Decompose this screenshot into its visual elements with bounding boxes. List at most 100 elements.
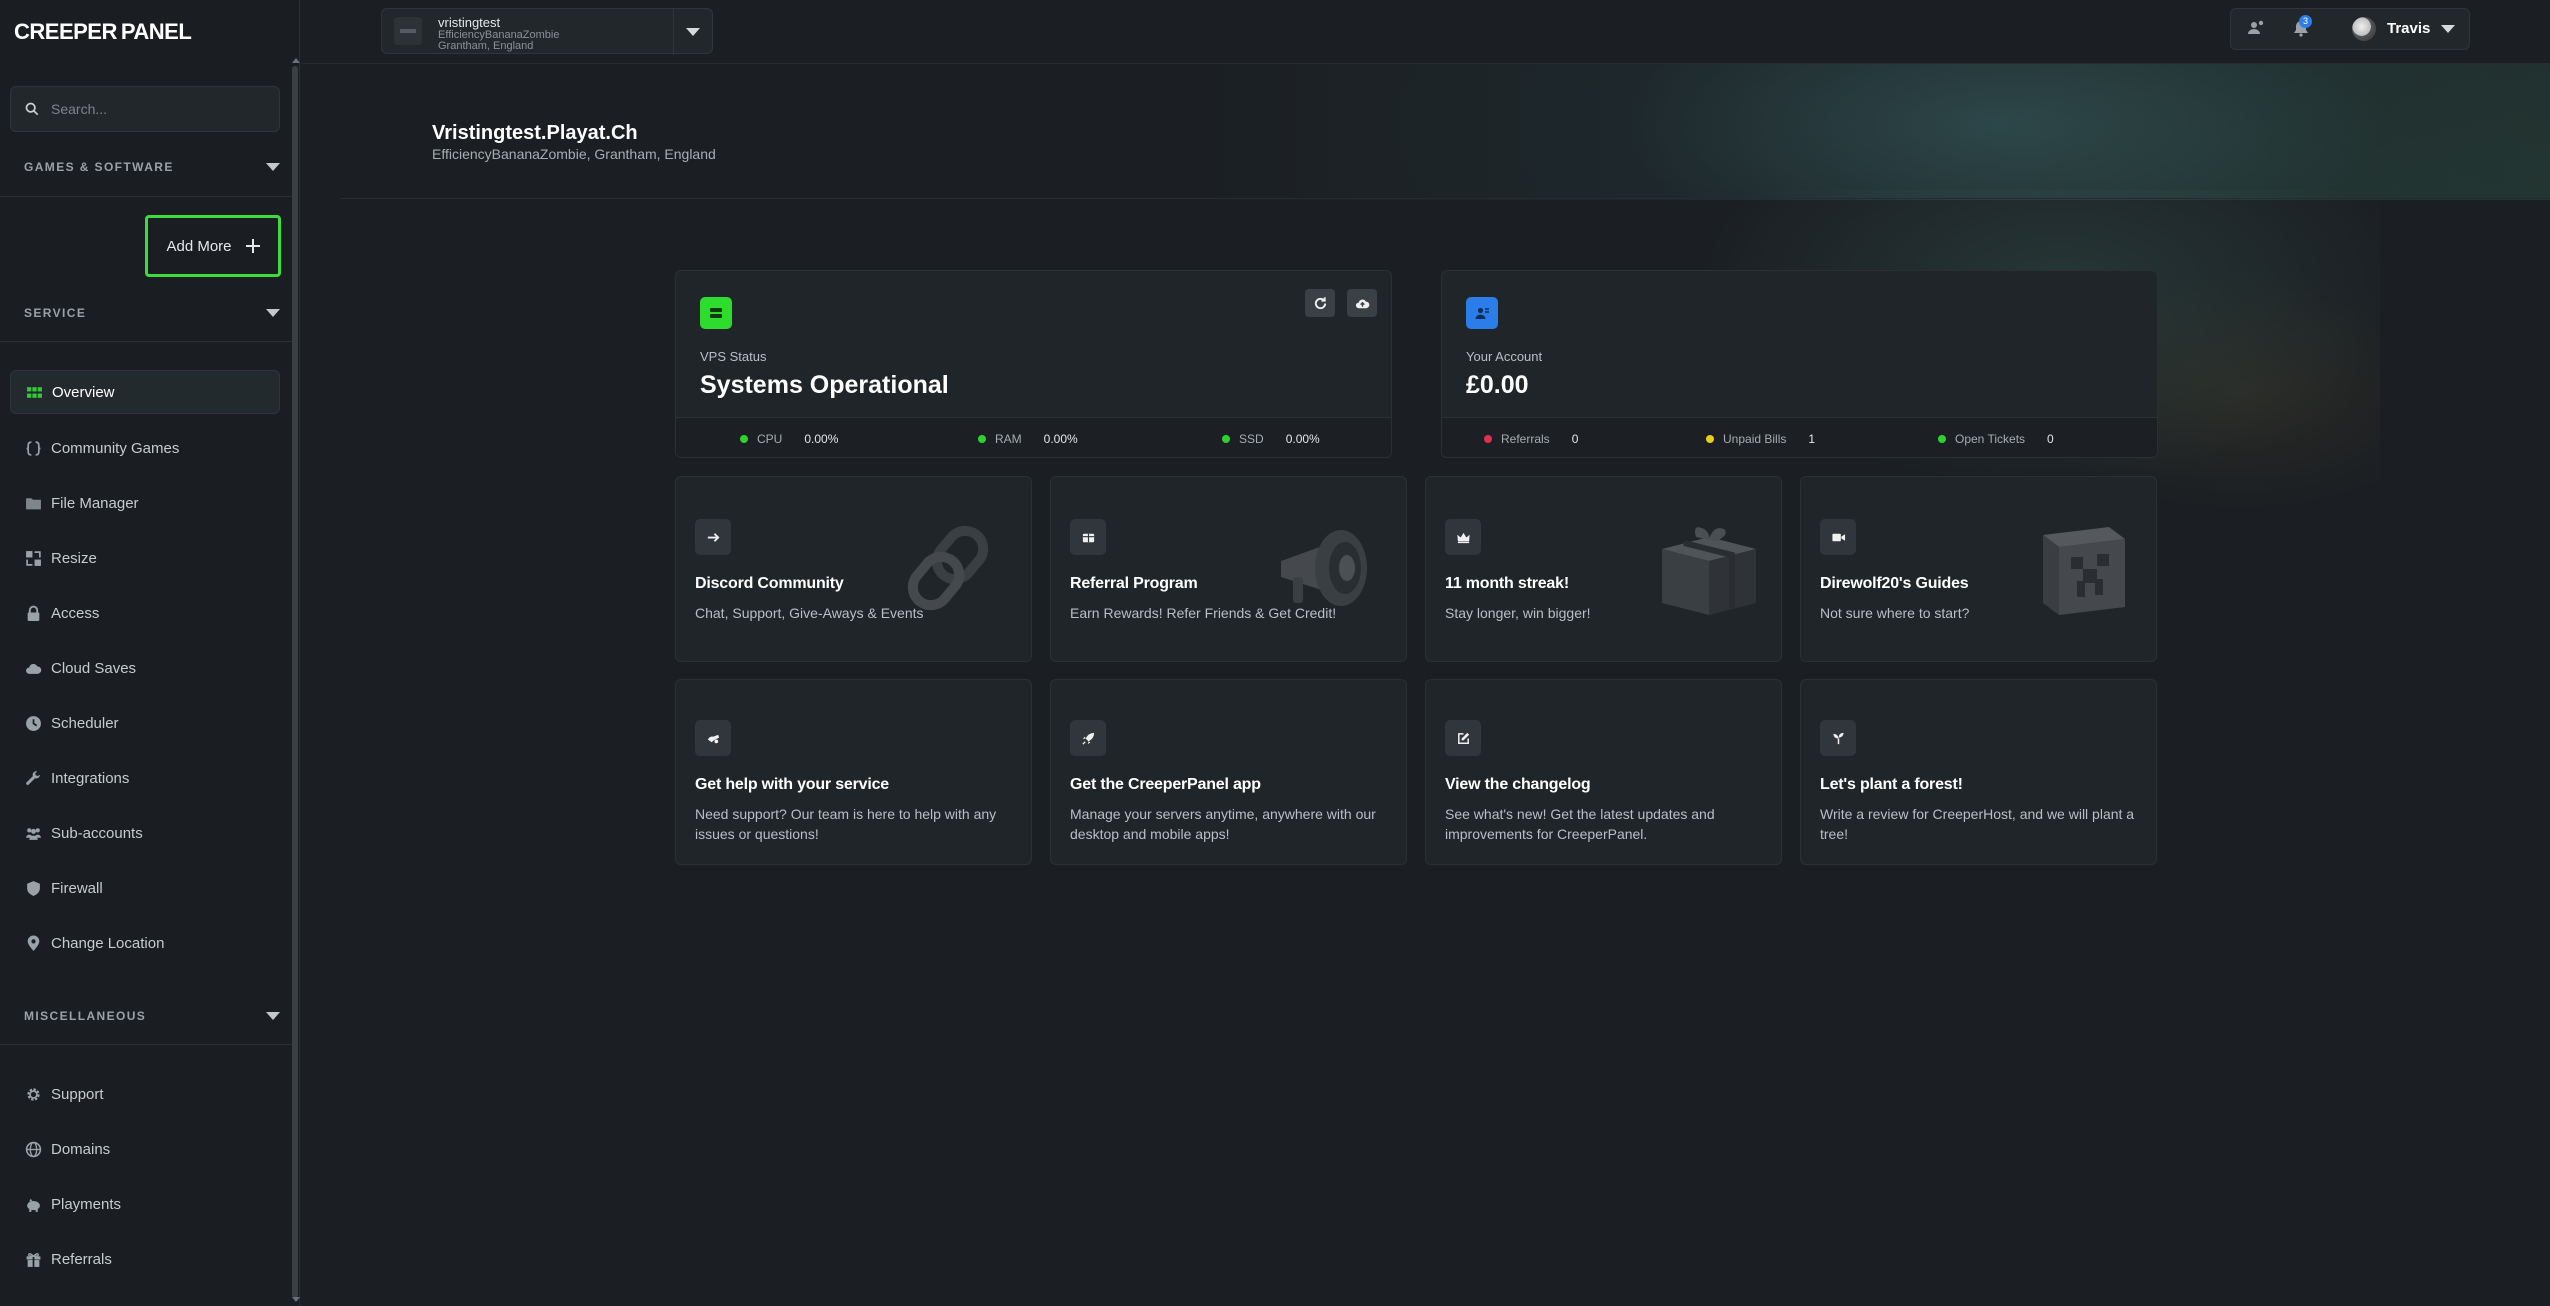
tile-title: Referral Program <box>1070 575 1198 592</box>
status-dot <box>1938 435 1946 443</box>
metric-open-tickets[interactable]: Open Tickets 0 <box>1938 432 2054 446</box>
page-title: Vristingtest.Playat.Ch <box>432 122 638 144</box>
vps-metrics-footer: CPU 0.00% RAM 0.00% SSD 0.00% <box>676 417 1391 457</box>
vps-status-card: VPS Status Systems Operational CPU 0.00%… <box>675 270 1392 458</box>
tile-plant-forest[interactable]: Let's plant a forest! Write a review for… <box>1800 679 2157 865</box>
sidebar-item-label: Scheduler <box>51 714 119 732</box>
logo-text-right: PANEL <box>120 19 192 44</box>
metric-referrals[interactable]: Referrals 0 <box>1484 432 1578 446</box>
tile-referral-program[interactable]: Referral Program Earn Rewards! Refer Fri… <box>1050 476 1407 662</box>
support-icon <box>695 720 731 756</box>
metric-name: SSD <box>1239 432 1264 446</box>
metric-name: Open Tickets <box>1955 432 2026 446</box>
account-metrics-footer: Referrals 0 Unpaid Bills 1 Open Tickets … <box>1442 417 2157 457</box>
sidebar-item-playments[interactable]: Playments <box>10 1182 280 1226</box>
sidebar-item-label: Resize <box>51 549 97 567</box>
sidebar-item-support[interactable]: Support <box>10 1072 280 1116</box>
chevron-down-icon[interactable] <box>2441 25 2455 33</box>
scroll-up-arrow-icon[interactable] <box>292 58 300 63</box>
tile-title: Get help with your service <box>695 776 889 793</box>
users-icon <box>24 824 42 842</box>
sidebar-item-community-games[interactable]: Community Games <box>10 426 280 470</box>
status-dot <box>1222 435 1230 443</box>
account-switch-icon[interactable] <box>2246 18 2266 38</box>
section-misc-label: MISCELLANEOUS <box>24 1009 147 1023</box>
sidebar-item-label: Sub-accounts <box>51 824 143 842</box>
metric-ram: RAM 0.00% <box>978 432 1078 446</box>
sidebar-item-resize[interactable]: Resize <box>10 536 280 580</box>
crown-icon <box>1445 519 1481 555</box>
braces-icon <box>24 439 42 457</box>
sidebar-item-access[interactable]: Access <box>10 591 280 635</box>
avatar[interactable] <box>2352 17 2376 41</box>
refresh-button[interactable] <box>1305 289 1335 317</box>
tile-creeperpanel-app[interactable]: Get the CreeperPanel app Manage your ser… <box>1050 679 1407 865</box>
tile-get-help[interactable]: Get help with your service Need support?… <box>675 679 1032 865</box>
page-subtitle: EfficiencyBananaZombie, Grantham, Englan… <box>432 146 716 162</box>
sidebar-item-label: Domains <box>51 1140 111 1158</box>
section-miscellaneous[interactable]: MISCELLANEOUS <box>24 1004 280 1028</box>
sidebar-item-sub-accounts[interactable]: Sub-accounts <box>10 811 280 855</box>
gear-icon <box>24 1085 42 1103</box>
section-service[interactable]: SERVICE <box>24 301 280 325</box>
chevron-down-icon[interactable] <box>686 28 700 36</box>
sidebar-item-file-manager[interactable]: File Manager <box>10 481 280 525</box>
tile-title: 11 month streak! <box>1445 575 1569 592</box>
creeperpanel-logo[interactable]: CREEPER PANEL <box>14 10 192 54</box>
status-dot <box>978 435 986 443</box>
video-icon <box>1820 519 1856 555</box>
tile-description: Write a review for CreeperHost, and we w… <box>1820 806 2135 842</box>
sidebar-item-label: Access <box>51 604 100 622</box>
sidebar-item-label: Support <box>51 1085 104 1103</box>
section-games-software[interactable]: GAMES & SOFTWARE <box>24 155 280 179</box>
pin-icon <box>24 934 42 952</box>
shield-icon <box>24 879 42 897</box>
folder-icon <box>24 494 42 512</box>
cloud-upload-button[interactable] <box>1347 289 1377 317</box>
sidebar-item-label: Firewall <box>51 879 103 897</box>
sidebar-item-integrations[interactable]: Integrations <box>10 756 280 800</box>
sidebar-item-label: Referrals <box>51 1250 112 1268</box>
tile-direwolf20-guides[interactable]: Direwolf20's Guides Not sure where to st… <box>1800 476 2157 662</box>
arrow-right-icon <box>695 519 731 555</box>
tile-month-streak[interactable]: 11 month streak! Stay longer, win bigger… <box>1425 476 1782 662</box>
sidebar-item-label: File Manager <box>51 494 139 512</box>
scroll-down-arrow-icon[interactable] <box>292 1297 300 1302</box>
logo-text-left: CREEPER <box>14 19 117 44</box>
server-selector[interactable]: vristingtest EfficiencyBananaZombie Gran… <box>381 8 713 55</box>
add-more-button[interactable]: Add More <box>145 215 281 277</box>
search-input[interactable] <box>51 101 271 117</box>
search-box[interactable] <box>10 86 280 132</box>
sidebar-item-domains[interactable]: Domains <box>10 1127 280 1171</box>
server-subtitle: EfficiencyBananaZombie Grantham, England <box>438 30 559 52</box>
metric-unpaid-bills[interactable]: Unpaid Bills 1 <box>1706 432 1815 446</box>
server-icon <box>700 297 732 329</box>
sidebar-scrollbar[interactable] <box>292 66 298 1298</box>
sprout-icon <box>1820 720 1856 756</box>
sidebar-item-referrals[interactable]: Referrals <box>10 1237 280 1281</box>
divider <box>673 9 674 55</box>
tile-view-changelog[interactable]: View the changelog See what's new! Get t… <box>1425 679 1782 865</box>
account-label: Your Account <box>1466 349 1543 364</box>
user-name[interactable]: Travis <box>2387 20 2430 37</box>
tile-discord-community[interactable]: Discord Community Chat, Support, Give-Aw… <box>675 476 1032 662</box>
clock-icon <box>24 714 42 732</box>
section-service-label: SERVICE <box>24 306 87 320</box>
sidebar-item-cloud-saves[interactable]: Cloud Saves <box>10 646 280 690</box>
tile-description: Need support? Our team is here to help w… <box>695 806 997 842</box>
user-toolbar <box>2230 8 2470 50</box>
tile-description: Manage your servers anytime, anywhere wi… <box>1070 806 1376 842</box>
gift-icon <box>24 1250 42 1268</box>
sidebar-item-scheduler[interactable]: Scheduler <box>10 701 280 745</box>
metric-value: 0.00% <box>1043 432 1078 446</box>
chevron-down-icon <box>266 163 280 171</box>
sidebar-item-overview[interactable]: Overview <box>10 370 280 414</box>
tile-description: Chat, Support, Give-Aways & Events <box>695 605 924 621</box>
sidebar-item-change-location[interactable]: Change Location <box>10 921 280 965</box>
tile-title: Let's plant a forest! <box>1820 776 1963 793</box>
plus-icon <box>245 239 260 253</box>
divider <box>0 341 292 342</box>
sidebar-item-firewall[interactable]: Firewall <box>10 866 280 910</box>
lock-icon <box>24 604 42 622</box>
ticket-icon <box>1070 519 1106 555</box>
